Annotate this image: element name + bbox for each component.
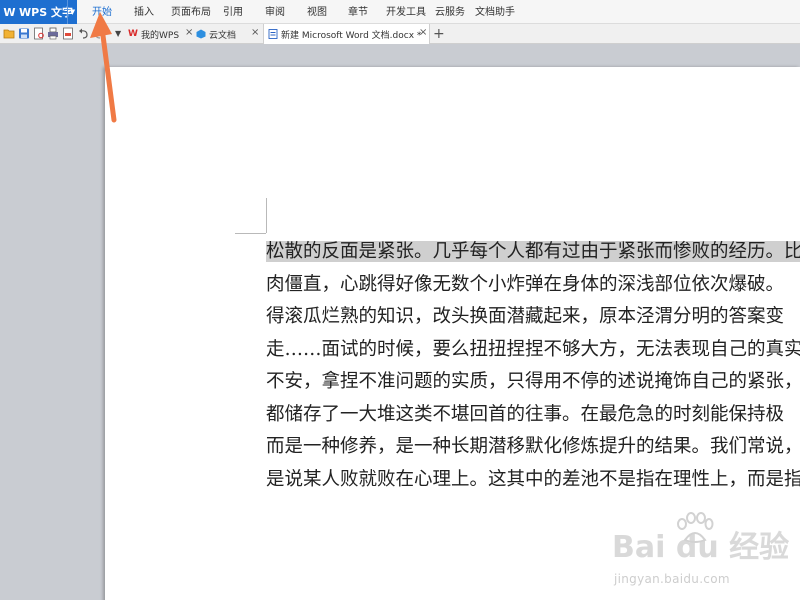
export-pdf-icon[interactable]: [62, 27, 74, 40]
menu-doc-assistant[interactable]: 文档助手: [475, 0, 515, 24]
tab-cloud-docs[interactable]: 云文档 ×: [196, 24, 262, 44]
text-line: 得滚瓜烂熟的知识，改头换面潜藏起来，原本泾渭分明的答案变: [266, 306, 785, 327]
close-icon[interactable]: ×: [185, 27, 193, 38]
tab-active-document[interactable]: 新建 Microsoft Word 文档.docx * ×: [263, 24, 430, 44]
menu-references[interactable]: 引用: [223, 0, 243, 24]
wps-icon: W: [128, 29, 138, 39]
tab-label: 云文档: [209, 30, 237, 41]
text-line: 不安，拿捏不准问题的实质，只得用不停的述说掩饰自己的紧张，: [266, 371, 800, 392]
tab-label: 我的WPS: [141, 30, 180, 41]
tab-label: 新建 Microsoft Word 文档.docx *: [281, 30, 422, 41]
app-menu-button[interactable]: W WPS 文字 ▼: [0, 0, 77, 24]
chevron-down-icon[interactable]: ▼: [67, 0, 77, 24]
text-line: 都储存了一大堆这类不堪回首的往事。在最危急的时刻能保持极: [266, 403, 785, 425]
tab-my-wps[interactable]: W 我的WPS ×: [128, 24, 194, 44]
text-line: 走……面试的时候，要么扭扭捏捏不够大方，无法表现自己的真实: [266, 338, 800, 360]
open-icon[interactable]: [3, 27, 15, 40]
save-icon[interactable]: [18, 27, 30, 40]
menu-cloud-service[interactable]: 云服务: [435, 0, 465, 24]
selected-text[interactable]: 松散的反面是紧张。几乎每个人都有过由于紧张而惨败的经历。比: [266, 241, 800, 262]
menu-view[interactable]: 视图: [307, 0, 327, 24]
app-title: WPS 文字: [19, 6, 73, 19]
close-icon[interactable]: ×: [419, 27, 427, 38]
word-doc-icon: [268, 29, 278, 39]
print-preview-icon[interactable]: [33, 27, 45, 40]
menu-developer-tools[interactable]: 开发工具: [386, 0, 426, 24]
text-line: 肉僵直，心跳得好像无数个小炸弹在身体的深浅部位依次爆破。: [266, 273, 785, 295]
watermark-url: jingyan.baidu.com: [614, 572, 730, 586]
cloud-doc-icon: [196, 29, 206, 39]
text-line: 而是一种修养，是一种长期潜移默化修炼提升的结果。我们常说，: [266, 436, 800, 457]
menu-page-layout[interactable]: 页面布局: [171, 0, 211, 24]
menu-review[interactable]: 审阅: [265, 0, 285, 24]
new-tab-button[interactable]: +: [433, 24, 445, 44]
close-icon[interactable]: ×: [251, 27, 259, 38]
document-body[interactable]: 松散的反面是紧张。几乎每个人都有过由于紧张而惨败的经历。比 肉僵直，心跳得好像无…: [266, 236, 800, 516]
baidu-jingyan-watermark: Bai du 经验 jingyan.baidu.com: [612, 512, 792, 592]
margin-marker-horizontal: [235, 233, 266, 234]
menu-chapter[interactable]: 章节: [348, 0, 368, 24]
margin-marker-vertical: [266, 198, 267, 233]
menu-insert[interactable]: 插入: [134, 0, 154, 24]
text-line: 是说某人败就败在心理上。这其中的差池不是指在理性上，而是指: [266, 468, 800, 490]
annotation-arrow-icon: [90, 12, 117, 123]
watermark-brand: Bai du 经验: [612, 530, 790, 565]
wps-logo-icon: W: [3, 5, 16, 19]
print-icon[interactable]: [47, 27, 59, 40]
